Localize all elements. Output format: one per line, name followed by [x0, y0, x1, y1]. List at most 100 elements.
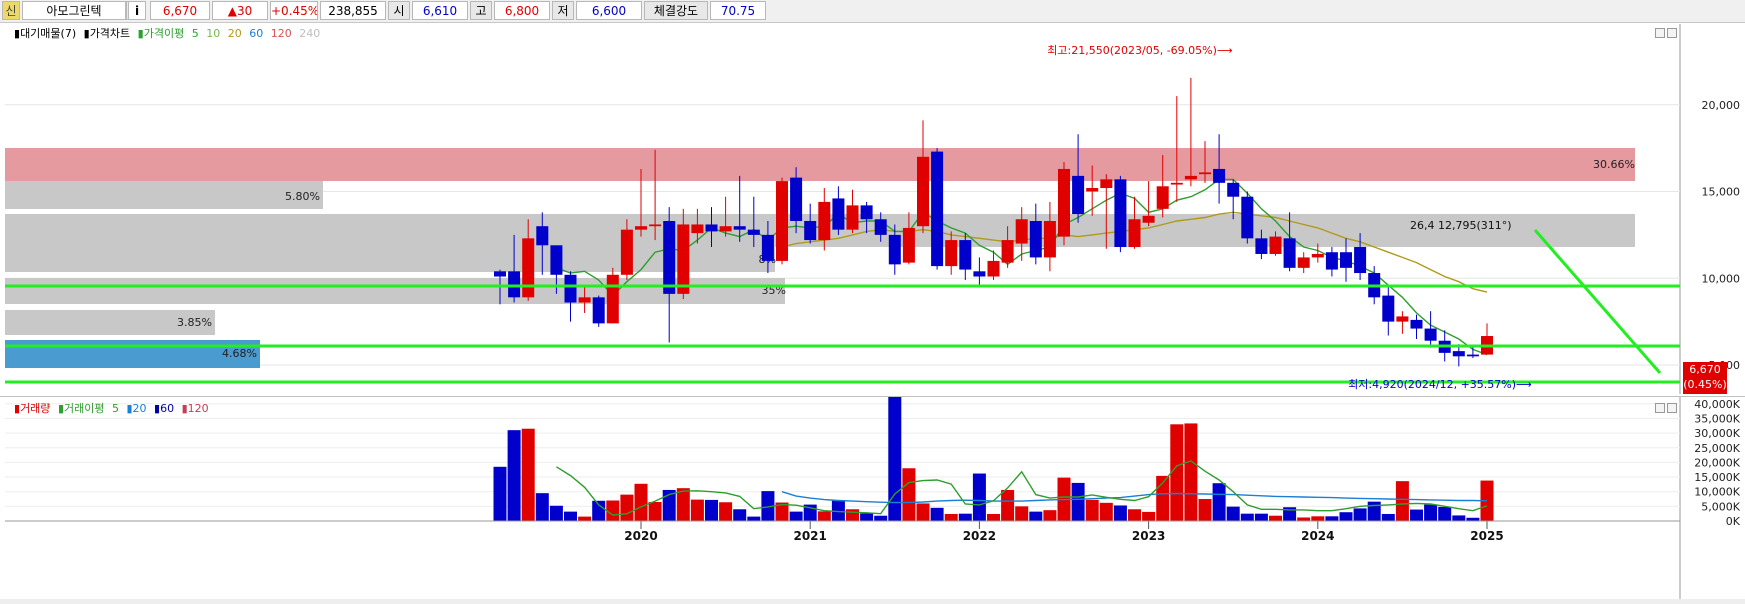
- volume-y-tick: 0K: [1726, 515, 1741, 528]
- volume-bar: [1226, 506, 1240, 521]
- low-label: 저: [552, 1, 574, 20]
- candle-body: [1156, 186, 1169, 209]
- info-icon[interactable]: i: [128, 1, 146, 20]
- candle-body: [1424, 328, 1437, 341]
- supply-zone-gray-1: [5, 181, 323, 209]
- candle-body: [945, 240, 958, 267]
- volume-panel: 45,000K40,000K35,000K30,000K25,000K20,00…: [0, 396, 1745, 601]
- volume-bar: [634, 483, 648, 521]
- legend-price-ma: 가격이평: [144, 27, 184, 40]
- stock-name-field[interactable]: 아모그린텍: [22, 1, 126, 20]
- volume-minimize-button[interactable]: [1655, 403, 1665, 413]
- volume-bar: [690, 499, 704, 521]
- candle-body: [818, 201, 831, 241]
- candle-body: [1199, 172, 1211, 175]
- volume-bar: [1269, 515, 1282, 521]
- candle-body: [606, 274, 619, 324]
- legend-price-chart: 가격차트: [90, 27, 130, 40]
- candle-body: [550, 245, 563, 275]
- volume-bar: [817, 511, 831, 521]
- volume-y-tick: 20,000K: [1694, 456, 1740, 469]
- volume-bar: [846, 509, 859, 521]
- low-value: 6,600: [576, 1, 642, 20]
- price-change-pct: +0.45%: [270, 1, 318, 20]
- candle-body: [494, 271, 506, 277]
- volume-close-button[interactable]: [1667, 403, 1677, 413]
- volume-bar: [1395, 481, 1409, 521]
- candle-body: [1325, 252, 1338, 270]
- volume-bar: [1170, 424, 1184, 521]
- candle-body: [592, 297, 605, 324]
- trend-annotation: 26,4 12,795(311°): [1410, 219, 1512, 232]
- candle-body: [832, 198, 845, 230]
- volume-y-tick: 30,000K: [1694, 427, 1740, 440]
- minimize-button[interactable]: [1655, 28, 1665, 38]
- price-chart: 30.66% 5.80% 8% 35% 3.85% 4.68% 20,00015…: [0, 24, 1745, 394]
- volume-bar: [1339, 512, 1353, 521]
- quote-toolbar: 신 아모그린텍 i 6,670 ▲30 +0.45% 238,855 시 6,6…: [0, 0, 1745, 23]
- candle-body: [761, 234, 774, 261]
- volume-bar: [620, 494, 634, 521]
- candle-body: [733, 226, 746, 230]
- volume-bar: [1311, 516, 1325, 521]
- volume-bar: [1381, 513, 1395, 521]
- candle-body: [1241, 196, 1254, 239]
- candle-body: [677, 224, 690, 294]
- volume-bar: [944, 513, 958, 521]
- volume-bar: [874, 515, 888, 521]
- volume-bar: [1015, 506, 1029, 521]
- volume-y-tick: 5,000K: [1701, 500, 1740, 513]
- candle-body: [691, 224, 704, 234]
- x-axis-tick: 2021: [793, 529, 826, 543]
- volume-bar: [507, 430, 521, 521]
- horizontal-scrollbar[interactable]: [0, 599, 1745, 604]
- candle-body: [973, 271, 986, 277]
- volume-bar: [733, 509, 747, 521]
- candle-body: [1128, 219, 1141, 248]
- volume-bar: [1198, 499, 1212, 521]
- volume-bar: [1297, 517, 1311, 521]
- candle-body: [1058, 168, 1070, 237]
- current-price-tag: 6,670 (0.45%): [1683, 362, 1727, 394]
- volume-value: 238,855: [320, 1, 386, 20]
- volume-bar: [493, 466, 507, 521]
- open-label: 시: [388, 1, 410, 20]
- legend-ma10: 10: [206, 27, 220, 40]
- volume-bar: [606, 500, 620, 521]
- volume-bar: [1353, 508, 1367, 521]
- candle-body: [508, 271, 521, 298]
- candle-body: [1043, 220, 1056, 258]
- strength-value: 70.75: [710, 1, 766, 20]
- candle-body: [1015, 219, 1028, 244]
- candle-body: [1142, 215, 1155, 223]
- volume-bar: [1240, 513, 1254, 521]
- volume-bar: [1212, 483, 1226, 521]
- candle-body: [931, 151, 944, 267]
- candle-body: [705, 224, 718, 232]
- candle-body: [1001, 240, 1014, 263]
- candle-body: [1311, 253, 1324, 258]
- close-button[interactable]: [1667, 28, 1677, 38]
- candle-body: [846, 205, 859, 230]
- volume-bar: [1113, 505, 1127, 521]
- legend-ma240: 240: [299, 27, 320, 40]
- supply-label-blue: 4.68%: [222, 347, 257, 360]
- candle-body: [1184, 175, 1197, 180]
- candle-body: [1170, 182, 1183, 185]
- legend-volume-ma: 거래이평: [64, 402, 104, 415]
- volume-bar: [1438, 506, 1452, 521]
- candle-body: [1410, 319, 1423, 329]
- volume-bar: [705, 499, 718, 521]
- volume-bar: [1325, 516, 1339, 521]
- price-y-tick: 10,000: [1702, 272, 1741, 285]
- x-axis-tick: 2024: [1301, 529, 1334, 543]
- volume-bar: [747, 516, 761, 521]
- candle-body: [536, 226, 549, 246]
- candle-body: [1297, 257, 1310, 268]
- candle-body: [1340, 252, 1352, 268]
- candle-body: [959, 240, 972, 270]
- candle-body: [1269, 236, 1282, 254]
- candle-body: [1255, 238, 1268, 254]
- volume-y-tick: 25,000K: [1694, 442, 1740, 455]
- volume-bar: [972, 473, 986, 521]
